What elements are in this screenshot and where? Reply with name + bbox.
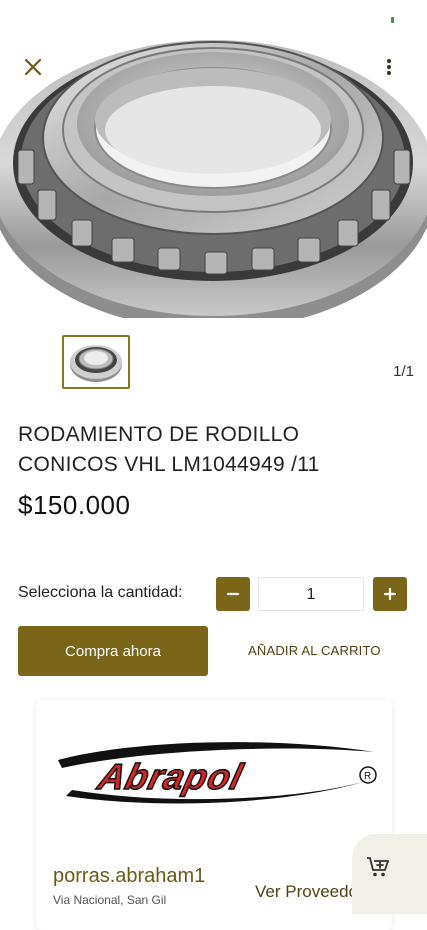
quantity-increase-button[interactable] [373,577,407,611]
seller-name[interactable]: porras.abraham1 [53,865,205,888]
product-price: $150.000 [18,490,131,520]
more-options-button[interactable] [376,54,402,80]
seller-card: Abrapol R porras.abraham1 Via Nacional, … [36,700,392,930]
plus-icon [383,587,397,601]
bearing-image [0,40,427,330]
seller-logo: Abrapol R [52,734,382,817]
product-title-line-2: CONICOS VHL LM1044949 /11 [18,453,320,476]
view-supplier-link[interactable]: Ver Proveedor [255,882,364,902]
abrapol-logo: Abrapol R [58,742,377,804]
cart-add-icon [366,856,390,883]
add-to-cart-button[interactable]: AÑADIR AL CARRITO [248,643,381,658]
product-title-line-1: RODAMIENTO DE RODILLO [18,423,300,446]
cart-fab-button[interactable] [352,834,427,914]
close-icon [24,58,42,76]
image-thumbnail[interactable] [62,335,130,389]
image-counter: 1/1 [393,363,414,380]
svg-text:R: R [364,771,371,782]
minus-icon [226,592,240,596]
quantity-decrease-button[interactable] [216,577,250,611]
more-vertical-icon [387,59,391,75]
svg-text:Abrapol: Abrapol [93,757,247,797]
status-indicator [391,17,394,23]
bearing-thumbnail [70,345,122,382]
quantity-input[interactable]: 1 [258,577,364,611]
quantity-label: Selecciona la cantidad: [18,584,183,601]
close-button[interactable] [18,52,48,82]
product-title: RODAMIENTO DE RODILLO CONICOS VHL LM1044… [18,420,413,480]
buy-now-button[interactable]: Compra ahora [18,626,208,676]
product-image [0,0,427,330]
seller-location: Via Nacional, San Gil [53,893,167,907]
